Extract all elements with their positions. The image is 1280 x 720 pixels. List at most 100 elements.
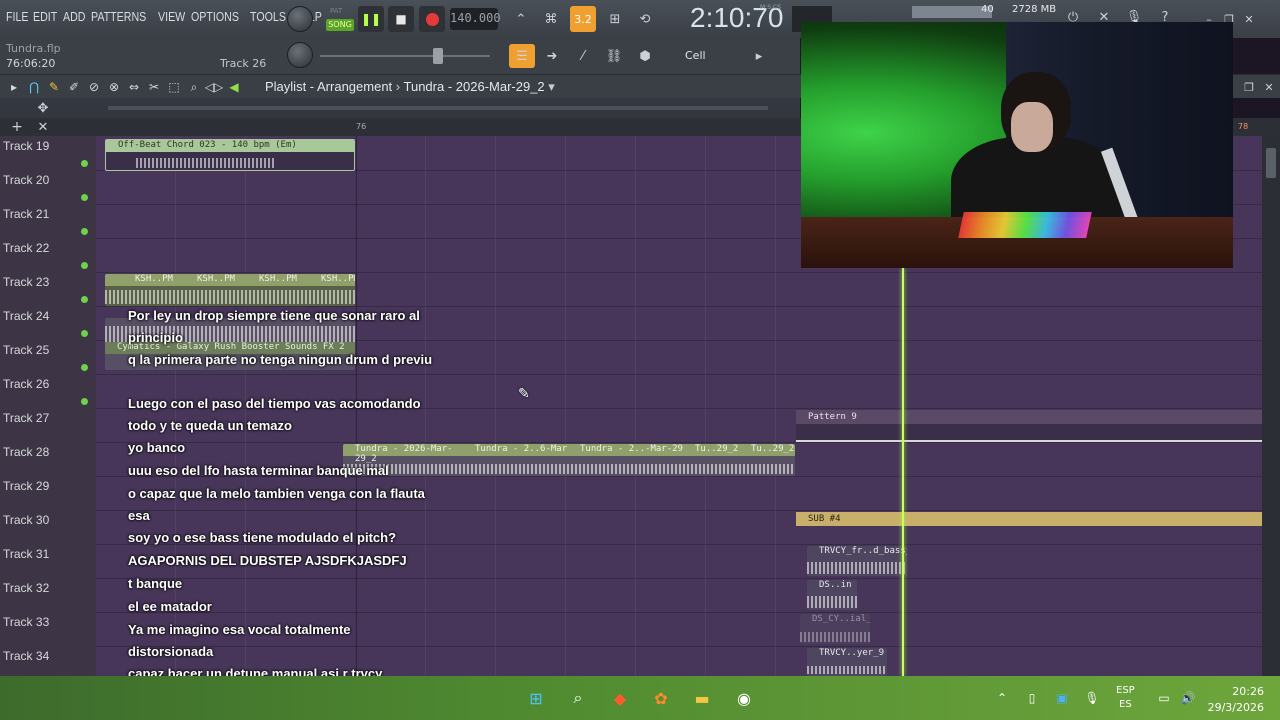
menu-view[interactable]: VIEW — [158, 9, 185, 24]
track-mute-led[interactable] — [81, 296, 88, 303]
metronome-icon[interactable]: ⌃ — [510, 8, 532, 30]
menu-tools[interactable]: TOOLS — [250, 9, 286, 24]
master-pitch-knob[interactable] — [287, 42, 313, 68]
webcam-overlay — [801, 22, 1233, 268]
audio-clip[interactable]: DS..in — [807, 580, 857, 610]
clip-title: KSH..PM — [197, 274, 235, 284]
add-track-icon[interactable]: + — [6, 116, 28, 138]
automation-clip-title: SUB #4 — [808, 514, 841, 524]
close-icon[interactable]: ✕ — [1238, 8, 1260, 30]
search-icon[interactable]: ⌕ — [566, 686, 590, 710]
menu-options[interactable]: OPTIONS — [191, 9, 239, 24]
track-mute-led[interactable] — [81, 160, 88, 167]
play-icon[interactable]: ◀ — [226, 79, 242, 95]
obs-icon[interactable]: ◉ — [732, 686, 756, 710]
track-label[interactable]: Track 22 — [3, 241, 49, 255]
playhead[interactable] — [902, 268, 904, 676]
tray-mic-icon[interactable]: 🎙 — [1080, 686, 1104, 710]
scroll-thumb[interactable] — [1266, 148, 1276, 178]
select-icon[interactable]: ⬚ — [166, 79, 182, 95]
track-label[interactable]: Track 23 — [3, 275, 49, 289]
audio-clip[interactable]: TRVCY..yer_9 — [807, 648, 887, 676]
paint-icon[interactable]: ✐ — [66, 79, 82, 95]
loop-record-icon[interactable]: ⟲ — [634, 8, 656, 30]
track-mute-led[interactable] — [81, 228, 88, 235]
language-indicator[interactable]: ESP ES — [1116, 684, 1135, 712]
fl-studio-icon[interactable]: ✿ — [649, 686, 673, 710]
playlist-tools: ▸ ⋂ ✎ ✐ ⊘ ⊗ ⇔ ✂ ⬚ ⌕ ◁▷ ◀ — [6, 79, 242, 95]
master-volume-knob[interactable] — [287, 6, 313, 32]
playlist-title-text: Playlist - Arrangement — [265, 79, 393, 94]
menu-patterns[interactable]: PATTERNS — [91, 9, 146, 24]
playback-icon[interactable]: ◁▷ — [205, 79, 223, 95]
piano-roll-icon[interactable]: ➜ — [541, 45, 563, 67]
volume-icon[interactable]: 🔊 — [1176, 686, 1200, 710]
record-icon — [425, 12, 439, 26]
pattern-clip-title: Pattern 9 — [808, 412, 857, 422]
track-label[interactable]: Track 21 — [3, 207, 49, 221]
audio-clip[interactable]: TRVCY_fr..d_bass_1 — [807, 546, 907, 576]
slider-handle[interactable] — [433, 48, 443, 64]
audio-clip-muted[interactable]: DS_CY..ial_C — [800, 614, 870, 644]
track-mute-led[interactable] — [81, 194, 88, 201]
file-explorer-icon[interactable]: ▬ — [690, 686, 714, 710]
wait-record-icon[interactable]: ⌘ — [540, 8, 562, 30]
track-label[interactable]: Track 19 — [3, 139, 49, 153]
snap-arrow-icon[interactable]: ▸ — [748, 45, 770, 67]
waveform — [800, 632, 870, 642]
track-label[interactable]: Track 20 — [3, 173, 49, 187]
automation-clip[interactable]: SUB #4 — [796, 512, 1262, 526]
playlist-restore-icon[interactable]: ❐ — [1238, 76, 1260, 98]
plugin-icon[interactable]: ⬢ — [634, 45, 656, 67]
mute-icon[interactable]: ⊗ — [106, 79, 122, 95]
playlist-close-icon[interactable]: ✕ — [1258, 76, 1280, 98]
pattern-clip[interactable]: Pattern 9 — [796, 410, 1262, 424]
link-icon[interactable]: ⛓ — [603, 45, 625, 67]
bluetooth-icon[interactable]: ▣ — [1050, 686, 1074, 710]
close-track-icon[interactable]: ✕ — [32, 116, 54, 138]
waveform — [807, 666, 887, 674]
track-mute-led[interactable] — [81, 262, 88, 269]
fl-studio-window: FILE EDIT ADD PATTERNS VIEW OPTIONS TOOL… — [0, 0, 1280, 720]
tempo-display[interactable]: 140.000 — [450, 8, 501, 30]
system-clock[interactable]: 20:26 29/3/2026 — [1204, 684, 1264, 716]
pattern-song-toggle[interactable]: PAT SONG — [326, 6, 356, 32]
brush-icon[interactable]: ⁄ — [572, 45, 594, 67]
playlist-breadcrumb[interactable]: Tundra - 2026-Mar-29_2 — [404, 79, 545, 94]
magnet-icon[interactable]: ⋂ — [26, 79, 42, 95]
audio-clip[interactable]: Off-Beat Chord 023 - 140 bpm (Em) — [105, 139, 355, 171]
network-icon[interactable]: ▭ — [1152, 686, 1176, 710]
step-edit-icon[interactable]: ⊞ — [604, 8, 626, 30]
chat-text: o capaz que la melo tambien venga con la… — [128, 486, 425, 523]
zoom-icon[interactable]: ⌕ — [186, 79, 202, 95]
ruler-bar-78: 78 — [1238, 122, 1249, 131]
windows-start-icon[interactable]: ⊞ — [524, 686, 548, 710]
chat-text: q la primera parte no tenga ningun drum … — [128, 352, 433, 367]
stop-icon[interactable]: ■ — [388, 6, 414, 32]
slice-icon[interactable]: ✂ — [146, 79, 162, 95]
pencil-icon[interactable]: ✎ — [46, 79, 62, 95]
arrow-menu-icon[interactable]: ▸ — [6, 79, 22, 95]
menu-bar: FILE EDIT ADD PATTERNS VIEW OPTIONS TOOL… — [6, 9, 322, 24]
vertical-scrollbar[interactable] — [1262, 136, 1280, 676]
audio-clip-group[interactable]: KSH..PM KSH..PM KSH..PM KSH..PM — [105, 274, 355, 306]
playlist-icon[interactable]: ☰ — [509, 44, 535, 68]
snap-select[interactable]: Cell — [685, 49, 706, 62]
track-divider — [96, 272, 1262, 273]
countdown-button[interactable]: 3.2 — [570, 6, 596, 32]
usb-icon[interactable]: ▯ — [1020, 686, 1044, 710]
menu-edit[interactable]: EDIT — [33, 9, 57, 24]
menu-add[interactable]: ADD — [63, 9, 86, 24]
pat-label: PAT — [330, 7, 343, 15]
slip-icon[interactable]: ⇔ — [126, 79, 142, 95]
clip-title: DS_CY..ial_C — [812, 614, 870, 624]
horizontal-scrollbar[interactable] — [108, 106, 768, 110]
record-button[interactable] — [419, 6, 445, 32]
main-slider[interactable] — [320, 55, 490, 57]
brave-browser-icon[interactable]: ◆ — [608, 686, 632, 710]
pause-icon[interactable]: ❚❚ — [358, 6, 384, 32]
waveform — [136, 158, 274, 168]
tray-chevron-icon[interactable]: ⌃ — [990, 686, 1014, 710]
delete-icon[interactable]: ⊘ — [86, 79, 102, 95]
menu-file[interactable]: FILE — [6, 9, 29, 24]
